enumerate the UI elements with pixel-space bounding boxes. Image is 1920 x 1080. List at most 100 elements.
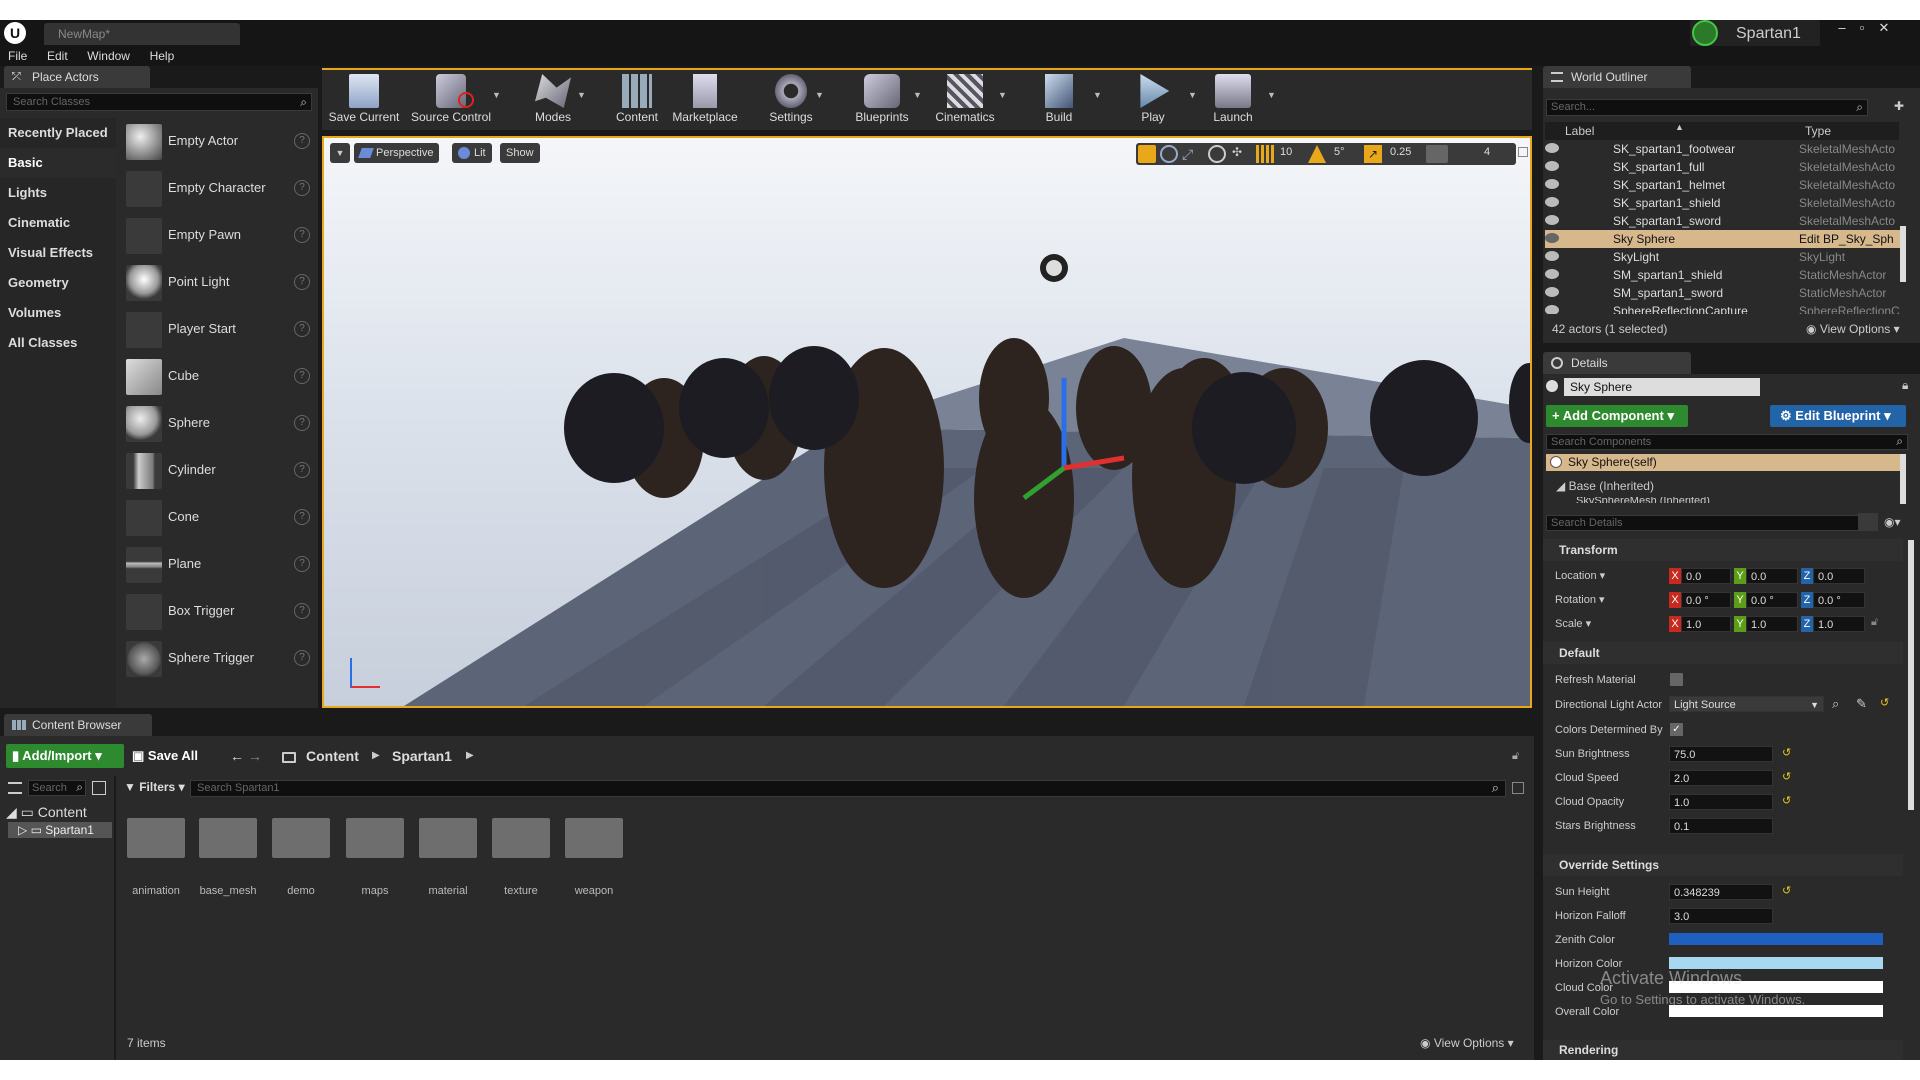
transform-section[interactable]: Transform <box>1543 539 1903 561</box>
chevron-down-icon[interactable]: ▼ <box>1267 90 1276 100</box>
category-cinematic[interactable]: Cinematic <box>0 208 116 238</box>
camera-speed-value[interactable]: 4 <box>1484 146 1490 158</box>
world-icon[interactable] <box>1208 145 1226 163</box>
maximize-button[interactable]: ▫ <box>1852 20 1872 38</box>
outliner-row[interactable]: SK_spartan1_full SkeletalMeshActo <box>1545 158 1905 176</box>
directional-light-dropdown[interactable]: Light Source ▼ <box>1669 696 1824 712</box>
list-view-icon[interactable] <box>92 781 106 795</box>
rotation-y-field[interactable]: 0.0 ° <box>1746 592 1798 608</box>
outliner-row[interactable]: SK_spartan1_footwear SkeletalMeshActo <box>1545 140 1905 158</box>
location-label[interactable]: Location ▾ <box>1555 569 1605 582</box>
eye-icon[interactable] <box>1545 143 1559 153</box>
component-self-row[interactable]: Sky Sphere(self) <box>1546 454 1900 471</box>
stars-brightness-field[interactable]: 0.1 <box>1669 818 1773 834</box>
folder-tile-texture[interactable] <box>492 818 550 858</box>
chevron-down-icon[interactable]: ▼ <box>998 90 1007 100</box>
save-current-button[interactable]: Save Current <box>326 70 402 128</box>
content-view-options[interactable]: ◉ View Options ▾ <box>1420 1036 1514 1050</box>
sun-brightness-field[interactable]: 75.0 <box>1669 746 1773 762</box>
details-tab[interactable]: Details <box>1543 352 1691 374</box>
world-outliner-tab[interactable]: World Outliner <box>1543 66 1691 88</box>
folder-search[interactable]: Search ⌕ <box>28 780 86 796</box>
scale-snap-value[interactable]: 0.25 <box>1390 146 1411 158</box>
eye-icon[interactable] <box>1545 233 1559 243</box>
outliner-row[interactable]: SphereReflectionCapture SphereReflectionC <box>1545 302 1905 314</box>
rotation-label[interactable]: Rotation ▾ <box>1555 593 1605 606</box>
content-browser-tab[interactable]: Content Browser <box>4 714 152 736</box>
outliner-search[interactable]: Search... ⌕ <box>1546 99 1868 116</box>
component-search[interactable]: Search Components ⌕ <box>1546 434 1908 450</box>
actor-cylinder[interactable]: Cylinder? <box>120 449 310 493</box>
menu-help[interactable]: Help <box>142 46 183 66</box>
category-basic[interactable]: Basic <box>0 148 116 178</box>
reset-icon[interactable]: ↺ <box>1782 770 1791 783</box>
add-component-button[interactable]: + Add Component ▾ <box>1546 405 1688 427</box>
play-button[interactable]: Play <box>1122 70 1184 128</box>
show-button[interactable]: Show <box>500 143 540 163</box>
category-recently-placed[interactable]: Recently Placed <box>0 118 116 148</box>
breadcrumb-spartan1[interactable]: Spartan1 <box>392 748 452 764</box>
details-search[interactable]: Search Details ⌕ <box>1546 515 1870 531</box>
modes-button[interactable]: Modes <box>522 70 584 128</box>
edit-blueprint-link[interactable]: Edit BP_Sky_Sph <box>1799 232 1894 246</box>
translate-icon[interactable] <box>1138 145 1156 163</box>
chevron-down-icon[interactable]: ▼ <box>492 90 501 100</box>
menu-edit[interactable]: Edit <box>39 46 76 66</box>
rendering-section[interactable]: Rendering <box>1543 1040 1903 1060</box>
marketplace-button[interactable]: Marketplace <box>668 70 742 128</box>
surface-snap-icon[interactable]: ✣ <box>1232 145 1250 163</box>
folder-tile-material[interactable] <box>419 818 477 858</box>
cloud-speed-field[interactable]: 2.0 <box>1669 770 1773 786</box>
eyedropper-icon[interactable]: ✎ <box>1856 696 1867 712</box>
lit-button[interactable]: Lit <box>452 143 492 163</box>
save-all-button[interactable]: ▣ Save All <box>132 744 198 768</box>
actor-empty-character[interactable]: Empty Character? <box>120 167 310 211</box>
blueprints-button[interactable]: Blueprints <box>848 70 916 128</box>
scale-lock-icon[interactable]: 🔓︎ <box>1871 616 1883 630</box>
help-icon[interactable]: ? <box>294 227 310 243</box>
cinematics-button[interactable]: Cinematics <box>930 70 1000 128</box>
actor-point-light[interactable]: Point Light? <box>120 261 310 305</box>
forward-arrow-icon[interactable]: → <box>248 748 262 764</box>
grid-snap-icon[interactable] <box>1256 145 1274 163</box>
help-icon[interactable]: ? <box>294 368 310 384</box>
help-icon[interactable]: ? <box>294 556 310 572</box>
actor-empty-actor[interactable]: Empty Actor? <box>120 120 310 164</box>
eye-icon[interactable] <box>1545 305 1559 314</box>
chevron-down-icon[interactable]: ▼ <box>815 90 824 100</box>
component-base-row[interactable]: ◢ Base (Inherited) <box>1556 479 1654 493</box>
details-search-input[interactable]: Search Details <box>1551 517 1623 529</box>
outliner-scrollbar[interactable] <box>1900 226 1906 282</box>
asset-search-input[interactable]: Search Spartan1 <box>197 782 280 794</box>
grid-snap-value[interactable]: 10 <box>1280 146 1292 158</box>
eye-icon[interactable] <box>1545 215 1559 225</box>
eye-icon[interactable] <box>1545 161 1559 171</box>
add-import-button[interactable]: ▮ Add/Import ▾ <box>6 744 124 768</box>
close-button[interactable]: ✕ <box>1874 20 1894 38</box>
class-search-input[interactable]: Search Classes <box>13 96 90 108</box>
build-button[interactable]: Build <box>1028 70 1090 128</box>
category-geometry[interactable]: Geometry <box>0 268 116 298</box>
scale-snap-icon[interactable]: ↗ <box>1364 145 1382 163</box>
category-volumes[interactable]: Volumes <box>0 298 116 328</box>
tree-root-content[interactable]: ◢ ▭ Content <box>6 804 87 821</box>
actor-empty-pawn[interactable]: Empty Pawn? <box>120 214 310 258</box>
rotation-z-field[interactable]: 0.0 ° <box>1813 592 1865 608</box>
rotate-icon[interactable] <box>1160 145 1178 163</box>
label-column-header[interactable]: Label <box>1565 124 1594 138</box>
reset-icon[interactable]: ↺ <box>1782 794 1791 807</box>
back-arrow-icon[interactable]: ← <box>230 748 244 764</box>
outliner-view-options[interactable]: ◉ View Options ▾ <box>1806 322 1900 336</box>
folder-tile-weapon[interactable] <box>565 818 623 858</box>
rotation-x-field[interactable]: 0.0 ° <box>1681 592 1731 608</box>
scale-icon[interactable]: ⤢ <box>1182 145 1200 163</box>
scale-label[interactable]: Scale ▾ <box>1555 617 1591 630</box>
sun-height-field[interactable]: 0.348239 <box>1669 884 1773 900</box>
filters-button[interactable]: ▼ Filters ▾ <box>124 780 185 794</box>
actor-sphere-trigger[interactable]: Sphere Trigger? <box>120 637 310 681</box>
maximize-viewport-icon[interactable] <box>1518 147 1528 157</box>
sources-toggle-icon[interactable] <box>8 782 22 794</box>
location-x-field[interactable]: 0.0 <box>1681 568 1731 584</box>
reset-icon[interactable]: ↺ <box>1782 884 1791 897</box>
folder-tile-animation[interactable] <box>127 818 185 858</box>
